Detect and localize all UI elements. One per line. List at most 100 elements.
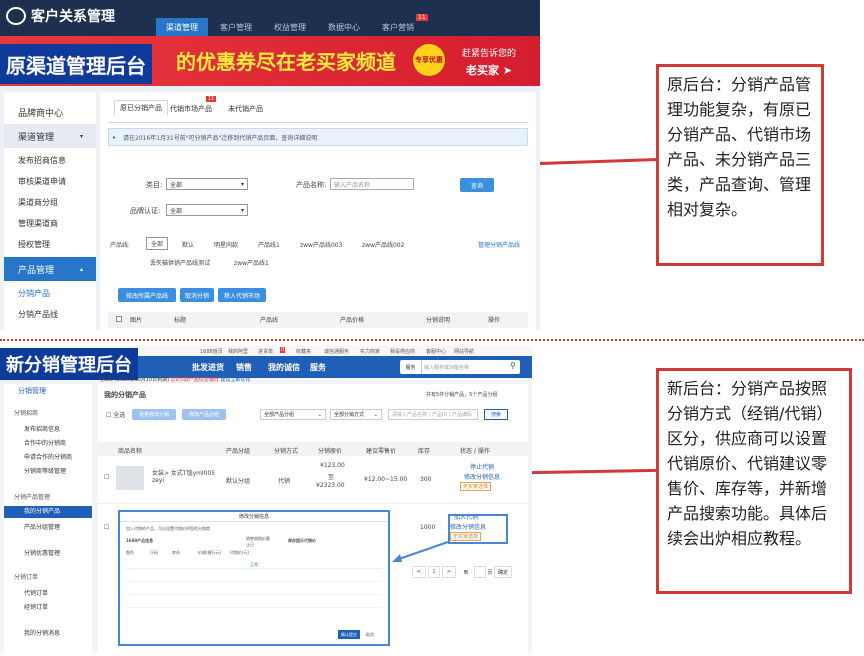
product-line-003[interactable]: zww产品线003 xyxy=(300,240,342,249)
cancel-distribution-button[interactable]: 取消分销 xyxy=(180,288,214,302)
toplink-myali[interactable]: 我的阿里 xyxy=(228,348,248,355)
sidebar-product-mgmt[interactable]: 分销产品管理 xyxy=(4,492,92,501)
tab-old-distributed[interactable]: 原已分销产品 xyxy=(114,100,168,115)
sidebar-messages[interactable]: 我的分销消息 xyxy=(4,628,92,637)
toplink-supplier[interactable]: 我是供应商 xyxy=(390,348,415,355)
sidebar-consign-orders[interactable]: 代销订单 xyxy=(4,588,92,597)
sidebar-publish[interactable]: 发布招商信息 xyxy=(4,424,92,433)
query-button[interactable]: 查询 xyxy=(460,178,494,192)
sidebar-dist-invite[interactable]: 分销招商 xyxy=(4,408,92,417)
product-thumbnail[interactable] xyxy=(116,466,144,490)
col-stock: 库存 xyxy=(418,448,431,455)
select-all-checkbox[interactable] xyxy=(116,316,122,322)
tab-not-consigned[interactable]: 未代销产品 xyxy=(228,104,263,114)
page-input[interactable] xyxy=(474,566,486,578)
go-button[interactable]: 确定 xyxy=(494,566,512,578)
brand-select[interactable]: 全部 ▾ xyxy=(166,204,248,216)
highlight-box xyxy=(448,514,508,544)
product-line-1[interactable]: 产品线1 xyxy=(258,240,280,249)
sidebar-groups[interactable]: 产品分组管理 xyxy=(4,522,92,531)
page-1[interactable]: 1 xyxy=(428,566,440,578)
bulk-edit-button[interactable]: 批量修改分销 xyxy=(132,409,176,420)
product-name[interactable]: 女装> 女式T恤yml005 zeyi xyxy=(152,468,216,484)
toplink-cart[interactable]: 进货单 xyxy=(258,348,273,355)
price-from: ¥123.00 xyxy=(320,462,345,469)
tab-channel[interactable]: 渠道管理 xyxy=(156,18,208,36)
sidebar-cooperating[interactable]: 合作中的分销商 xyxy=(4,438,92,447)
sidebar-dist-mgmt[interactable]: 分销管理 xyxy=(4,386,92,396)
sidebar-channel-mgmt[interactable]: 渠道管理 ▾ xyxy=(4,124,96,148)
toplink-fav[interactable]: 收藏夹 xyxy=(296,348,311,355)
sidebar-brand-center[interactable]: 品牌商中心 xyxy=(4,100,96,124)
product-line-zww1[interactable]: zww产品线1 xyxy=(234,258,269,267)
chevron-down-icon: ⌄ xyxy=(373,411,378,418)
edit-dist-link[interactable]: 修改分销信息 xyxy=(464,472,500,481)
nav-trust[interactable]: 我的诚信 xyxy=(268,362,300,373)
col-group: 产品分组 xyxy=(226,448,251,455)
sidebar-item-dist-line[interactable]: 分销产品线 xyxy=(4,309,96,320)
toplink-nav[interactable]: 网站导航 xyxy=(454,348,474,355)
sidebar-item-publish[interactable]: 发布招商信息 xyxy=(4,155,96,166)
sidebar-applying[interactable]: 申请合作的分销商 xyxy=(4,452,92,461)
category-select[interactable]: 全部 ▾ xyxy=(166,178,248,190)
manage-product-line-link[interactable]: 管理分销产品线 xyxy=(478,240,520,249)
search-scope[interactable]: 服务 xyxy=(400,360,422,374)
tab-customer[interactable]: 客户管理 xyxy=(210,18,262,36)
sidebar-item-dist-product[interactable]: 分销产品 xyxy=(4,288,96,299)
product-line-002[interactable]: zww产品线002 xyxy=(362,240,404,249)
nav-wholesale[interactable]: 批发进货 xyxy=(192,362,224,373)
status-tag: 无买家选择 xyxy=(460,482,492,491)
sidebar-level[interactable]: 分销商等级管理 xyxy=(4,466,92,475)
move-to-market-button[interactable]: 移入代销市场 xyxy=(218,288,266,302)
tab-rights[interactable]: 权益管理 xyxy=(264,18,316,36)
sidebar-my-products[interactable]: 我的分销产品 xyxy=(4,506,92,518)
next-page-button[interactable]: > xyxy=(442,566,456,578)
product-line-all[interactable]: 全部 xyxy=(146,237,169,250)
row-checkbox[interactable]: ☐ xyxy=(104,524,109,531)
confirm-button[interactable]: 确认提交 xyxy=(338,630,360,639)
prev-page-button[interactable]: < xyxy=(412,566,426,578)
product-name-input[interactable]: 输入产品名称 xyxy=(330,178,414,190)
stock: 300 xyxy=(420,476,432,483)
product-line-test[interactable]: 丢失猫供销产品线测试 xyxy=(150,258,210,267)
search-icon[interactable]: ⚲ xyxy=(510,361,516,370)
sidebar-orders[interactable]: 分销订单 xyxy=(4,572,92,581)
change-product-line-button[interactable]: 修改所属产品线 xyxy=(118,288,176,302)
keyword-input[interactable]: 请输入产品名称 / 产品ID / 产品编码 xyxy=(388,409,478,420)
edit-dist-modal: 修改分销信息 加入代销的产品，可以设置代销价供您的分销商 1688产品信息 销售… xyxy=(118,510,390,646)
mode-filter-select[interactable]: 全部分销方式 ⌄ xyxy=(330,409,382,420)
toplink-trust[interactable]: 诚信通服务 xyxy=(324,348,349,355)
sidebar-dealer-orders[interactable]: 经销订单 xyxy=(4,602,92,611)
row-checkbox[interactable]: ☐ xyxy=(104,474,109,481)
banner-text-2: 老买家 ➤ xyxy=(466,64,513,77)
modal-hint: 加入代销的产品，可以设置代销价供您的分销商 xyxy=(126,526,210,531)
sidebar-discount[interactable]: 分销优惠管理 xyxy=(4,548,92,557)
section-title: 我的分销产品 xyxy=(104,391,146,399)
tab-data[interactable]: 数据中心 xyxy=(318,18,370,36)
tab-consign-market[interactable]: 代销市场产品 xyxy=(170,104,212,114)
toplink-service[interactable]: 客服中心 xyxy=(426,348,446,355)
modal-right-head: 库存提示代销价 xyxy=(288,538,316,543)
callout-new: 新后台：分销产品按照分销方式（经销/代销）区分，供应商可以设置代销原价、代销建议… xyxy=(656,368,852,594)
group-filter-select[interactable]: 全部产品分组 ⌄ xyxy=(260,409,326,420)
table-row: ☐ 女装> 女式T恤yml005 zeyi 默认分组 代销 ¥123.00 至 … xyxy=(98,456,528,504)
product-line-default[interactable]: 默认 xyxy=(182,240,194,249)
change-group-button[interactable]: 修改产品分组 xyxy=(182,409,226,420)
cancel-button[interactable]: 取消 xyxy=(366,632,374,638)
toplink-strength[interactable]: 实力商家 xyxy=(360,348,380,355)
toplink-home[interactable]: 1688首页 xyxy=(200,348,223,355)
chevron-down-icon: ▾ xyxy=(240,180,244,188)
nav-service[interactable]: 服务 xyxy=(310,362,326,373)
sidebar-item-review[interactable]: 审核渠道申请 xyxy=(4,176,96,187)
modal-col-size: 尺码 xyxy=(150,550,158,555)
select-all-checkbox[interactable]: ☐ 全选 xyxy=(106,410,125,419)
sidebar-item-manage[interactable]: 管理渠道商 xyxy=(4,218,96,229)
sidebar-product-mgmt[interactable]: 产品管理 ▴ xyxy=(4,257,96,281)
nav-sales[interactable]: 销售 xyxy=(236,362,252,373)
sidebar-item-group[interactable]: 渠道商分组 xyxy=(4,197,96,208)
stop-consign-link[interactable]: 停止代销 xyxy=(470,462,494,471)
search-button[interactable]: 搜索 xyxy=(484,409,508,420)
sidebar-item-auth[interactable]: 授权管理 xyxy=(4,239,96,250)
product-line-star[interactable]: 明星同款 xyxy=(214,240,238,249)
dist-mode: 代销 xyxy=(278,478,291,485)
